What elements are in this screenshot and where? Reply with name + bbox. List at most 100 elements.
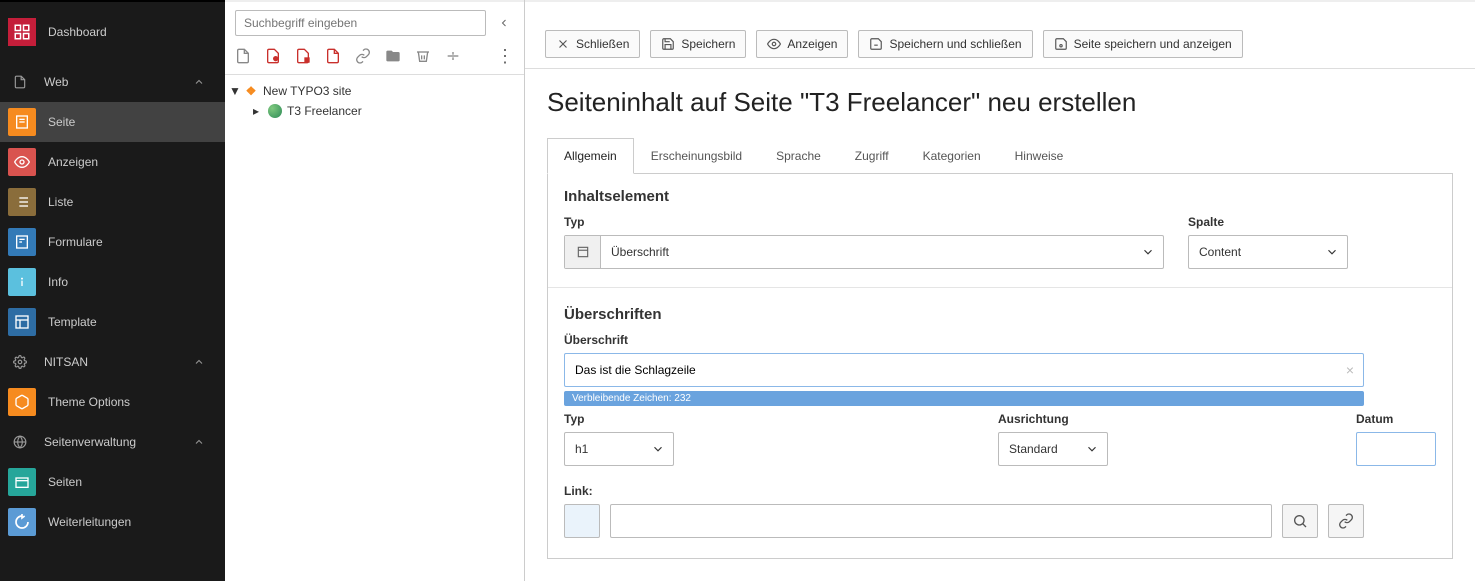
view-label: Anzeigen: [48, 155, 225, 169]
link-prefix-box: [564, 504, 600, 538]
align-select[interactable]: Standard: [998, 432, 1108, 466]
column-select[interactable]: Content: [1188, 235, 1348, 269]
site-mgmt-label: Seitenverwaltung: [44, 435, 193, 449]
dashboard-icon: [8, 18, 36, 46]
sidebar-item-forms[interactable]: Formulare: [0, 222, 225, 262]
tab-categories[interactable]: Kategorien: [906, 138, 998, 173]
list-icon: [8, 188, 36, 216]
tree-toggle-icon[interactable]: ▸: [253, 104, 263, 118]
tree-search-input[interactable]: [235, 10, 486, 36]
link-wizard-button[interactable]: [1282, 504, 1318, 538]
new-page-icon[interactable]: [235, 48, 251, 64]
form-icon: [8, 228, 36, 256]
folder-icon[interactable]: [385, 48, 401, 64]
date-input[interactable]: [1356, 432, 1436, 466]
sidebar-item-list[interactable]: Liste: [0, 182, 225, 222]
redirect-icon: [8, 508, 36, 536]
chars-remaining-badge: Verbleibende Zeichen: 232: [564, 391, 1364, 406]
box-icon: [8, 388, 36, 416]
sidebar-item-view[interactable]: Anzeigen: [0, 142, 225, 182]
main-sidebar: Dashboard Web Seite Anzeigen Liste Formu…: [0, 0, 225, 581]
tree-root-label: New TYPO3 site: [263, 84, 351, 98]
headers-section-heading: Überschriften: [564, 306, 1436, 323]
tree-child-label: T3 Freelancer: [287, 104, 362, 118]
sidebar-item-dashboard[interactable]: Dashboard: [0, 2, 225, 62]
tabs: Allgemein Erscheinungsbild Sprache Zugri…: [547, 138, 1453, 174]
divider-icon[interactable]: [445, 48, 461, 64]
main-content-area: Schließen Speichern Anzeigen Speichern u…: [525, 0, 1475, 581]
column-label: Spalte: [1188, 215, 1348, 229]
header-label: Überschrift: [564, 333, 1364, 347]
globe-icon: [10, 432, 30, 452]
save-close-button[interactable]: Speichern und schließen: [858, 30, 1032, 58]
list-label: Liste: [48, 195, 225, 209]
trash-icon[interactable]: [415, 48, 431, 64]
sidebar-item-template[interactable]: Template: [0, 302, 225, 342]
chevron-up-icon: [193, 436, 205, 448]
align-label: Ausrichtung: [998, 412, 1108, 426]
sites-icon: [8, 468, 36, 496]
sidebar-item-redirects[interactable]: Weiterleitungen: [0, 502, 225, 542]
tree-toggle-icon[interactable]: ▼: [229, 84, 239, 98]
type-value: Überschrift: [601, 245, 1133, 259]
page-label: Seite: [48, 115, 225, 129]
nav-section-web[interactable]: Web: [0, 62, 225, 102]
globe-page-icon: [267, 103, 283, 119]
typo3-logo-icon: ❖: [243, 83, 259, 99]
date-label: Datum: [1356, 412, 1436, 426]
more-icon[interactable]: ⋮: [496, 49, 514, 63]
tab-language[interactable]: Sprache: [759, 138, 838, 173]
tree-child-node[interactable]: ▸ T3 Freelancer: [229, 101, 520, 121]
nav-section-nitsan[interactable]: NITSAN: [0, 342, 225, 382]
link-icon[interactable]: [355, 48, 371, 64]
chevron-down-icon: [643, 442, 673, 456]
chevron-down-icon: [1133, 245, 1163, 259]
tab-general[interactable]: Allgemein: [547, 138, 634, 174]
action-bar: Schließen Speichern Anzeigen Speichern u…: [525, 20, 1475, 69]
new-page-after-icon[interactable]: [295, 48, 311, 64]
redirects-label: Weiterleitungen: [48, 515, 225, 529]
page-title: Seiteninhalt auf Seite "T3 Freelancer" n…: [547, 87, 1453, 118]
new-page-inside-icon[interactable]: [265, 48, 281, 64]
save-view-label: Seite speichern und anzeigen: [1074, 37, 1232, 51]
chevron-down-icon: [1317, 245, 1347, 259]
close-button[interactable]: Schließen: [545, 30, 640, 58]
sidebar-item-info[interactable]: Info: [0, 262, 225, 302]
content-element-heading: Inhaltselement: [564, 188, 1436, 205]
nav-section-site-mgmt[interactable]: Seitenverwaltung: [0, 422, 225, 462]
info-icon: [8, 268, 36, 296]
type-label: Typ: [564, 215, 1164, 229]
tree-root-node[interactable]: ▼ ❖ New TYPO3 site: [229, 81, 520, 101]
tab-access[interactable]: Zugriff: [838, 138, 906, 173]
link-input[interactable]: [610, 504, 1272, 538]
save-label: Speichern: [681, 37, 735, 51]
header-type-icon: [565, 236, 601, 268]
sidebar-item-sites[interactable]: Seiten: [0, 462, 225, 502]
template-label: Template: [48, 315, 225, 329]
type-select[interactable]: Überschrift: [564, 235, 1164, 269]
link-label: Link:: [564, 484, 1364, 498]
htype-select[interactable]: h1: [564, 432, 674, 466]
theme-options-label: Theme Options: [48, 395, 225, 409]
template-icon: [8, 308, 36, 336]
page-tree-panel: ⋮ ▼ ❖ New TYPO3 site ▸ T3 Freelancer: [225, 0, 525, 581]
new-page-shortcut-icon[interactable]: [325, 48, 341, 64]
link-browser-button[interactable]: [1328, 504, 1364, 538]
sidebar-item-theme-options[interactable]: Theme Options: [0, 382, 225, 422]
gear-icon: [10, 352, 30, 372]
save-button[interactable]: Speichern: [650, 30, 746, 58]
chevron-down-icon: [1077, 442, 1107, 456]
collapse-tree-icon[interactable]: [494, 13, 514, 33]
tab-notes[interactable]: Hinweise: [998, 138, 1081, 173]
header-input[interactable]: [564, 353, 1364, 387]
view-button[interactable]: Anzeigen: [756, 30, 848, 58]
info-label: Info: [48, 275, 225, 289]
clear-input-icon[interactable]: ×: [1346, 362, 1354, 378]
tab-appearance[interactable]: Erscheinungsbild: [634, 138, 759, 173]
forms-label: Formulare: [48, 235, 225, 249]
file-icon: [10, 72, 30, 92]
sidebar-item-page[interactable]: Seite: [0, 102, 225, 142]
sites-label: Seiten: [48, 475, 225, 489]
htype-value: h1: [565, 442, 643, 456]
save-view-button[interactable]: Seite speichern und anzeigen: [1043, 30, 1243, 58]
